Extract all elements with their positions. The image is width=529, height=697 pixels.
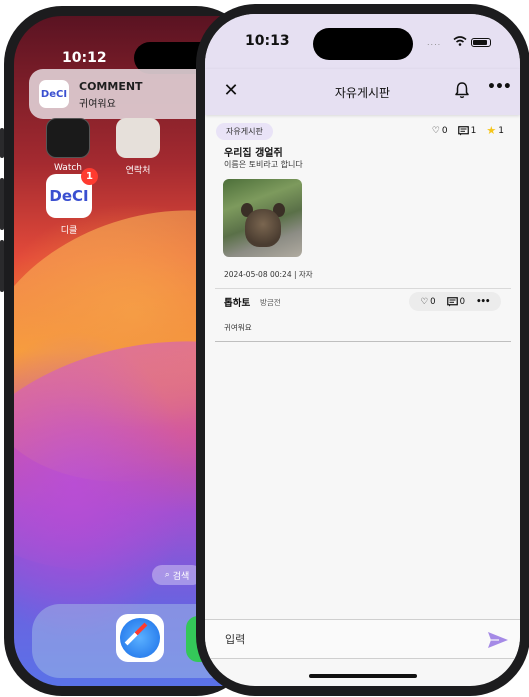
comment-icon xyxy=(457,125,469,135)
star-count: 1 xyxy=(498,125,504,136)
comment-body: 귀여워요 xyxy=(224,323,252,332)
heart-icon: ♡ xyxy=(420,296,429,307)
search-icon: ⌕ xyxy=(164,570,170,580)
heart-icon: ♡ xyxy=(431,125,440,136)
status-bar: 10:13 .... xyxy=(205,14,520,69)
home-indicator[interactable] xyxy=(309,674,417,678)
bell-icon[interactable] xyxy=(454,81,470,99)
more-icon[interactable]: ••• xyxy=(487,79,512,95)
comment-icon xyxy=(446,296,458,306)
post-body: 이름은 토비라고 합니다 xyxy=(224,160,303,169)
comment-input-bar xyxy=(205,619,520,659)
comment-author: 톱하토 xyxy=(224,298,251,309)
app-deci[interactable]: DeCI 1 디클 xyxy=(46,168,98,236)
dog-photo xyxy=(245,209,281,247)
comment-count: 1 xyxy=(470,125,477,136)
notification-title: COMMENT xyxy=(79,80,143,93)
volume-up-button xyxy=(0,178,4,230)
category-tag: 자유게시판 xyxy=(216,123,273,140)
comment-reply-count: 0 xyxy=(459,296,466,307)
front-phone: 10:13 .... ✕ 자유게시판 ••• 자유게시판 ♡ 0 1 ★ 1 우… xyxy=(196,4,529,696)
divider xyxy=(215,288,511,289)
volume-down-button xyxy=(0,240,4,292)
comment-reply-button[interactable]: 0 xyxy=(446,296,466,307)
app-watch[interactable]: Watch xyxy=(46,118,90,173)
comment-like-button[interactable]: ♡ 0 xyxy=(421,297,436,307)
star-stat[interactable]: ★ 1 xyxy=(486,124,504,137)
comment-more-icon[interactable]: ••• xyxy=(476,297,490,307)
deci-app-icon: DeCI xyxy=(39,80,69,108)
post-stats: ♡ 0 1 ★ 1 xyxy=(432,124,504,137)
post-meta: 2024-05-08 00:24 | 자자 xyxy=(224,270,313,279)
status-time: 10:13 xyxy=(245,33,290,49)
send-icon[interactable] xyxy=(487,631,509,649)
post-title: 우리집 갱얼쥐 xyxy=(224,148,283,159)
signal-icon: .... xyxy=(427,38,442,47)
navigation-bar: ✕ 자유게시판 ••• xyxy=(205,69,520,115)
watch-icon xyxy=(46,118,90,158)
dynamic-island xyxy=(313,28,413,60)
star-icon: ★ xyxy=(486,124,497,137)
deci-icon: DeCI 1 xyxy=(46,168,98,218)
spotlight-search-button[interactable]: ⌕ 검색 xyxy=(152,565,202,585)
app-label: 연락처 xyxy=(125,166,151,176)
app-contacts[interactable]: 연락처 xyxy=(116,118,160,176)
action-button xyxy=(0,128,4,158)
comment-stat: 1 xyxy=(457,125,477,136)
comment-time: 방금전 xyxy=(260,298,281,307)
search-label: 검색 xyxy=(172,571,190,582)
like-stat[interactable]: ♡ 0 xyxy=(432,126,448,136)
divider xyxy=(215,341,511,342)
notification-badge: 1 xyxy=(81,168,98,185)
comment-like-count: 0 xyxy=(430,296,436,307)
post-image[interactable] xyxy=(223,179,302,257)
status-time: 10:12 xyxy=(62,50,107,66)
app-screen: 10:13 .... ✕ 자유게시판 ••• 자유게시판 ♡ 0 1 ★ 1 우… xyxy=(205,14,520,686)
safari-icon[interactable] xyxy=(116,614,164,662)
contacts-icon xyxy=(116,118,160,158)
comment-actions: ♡ 0 0 ••• xyxy=(409,292,501,311)
battery-icon xyxy=(471,38,491,47)
app-label: 디클 xyxy=(60,226,78,236)
like-count: 0 xyxy=(441,125,448,136)
deci-icon-text: DeCI xyxy=(49,187,89,205)
compass-dial xyxy=(120,618,160,658)
page-title: 자유게시판 xyxy=(334,86,391,100)
wifi-icon xyxy=(453,36,467,46)
notification-body: 귀여워요 xyxy=(79,99,116,110)
comment-input[interactable] xyxy=(223,629,463,649)
app-label: Watch xyxy=(53,163,83,173)
